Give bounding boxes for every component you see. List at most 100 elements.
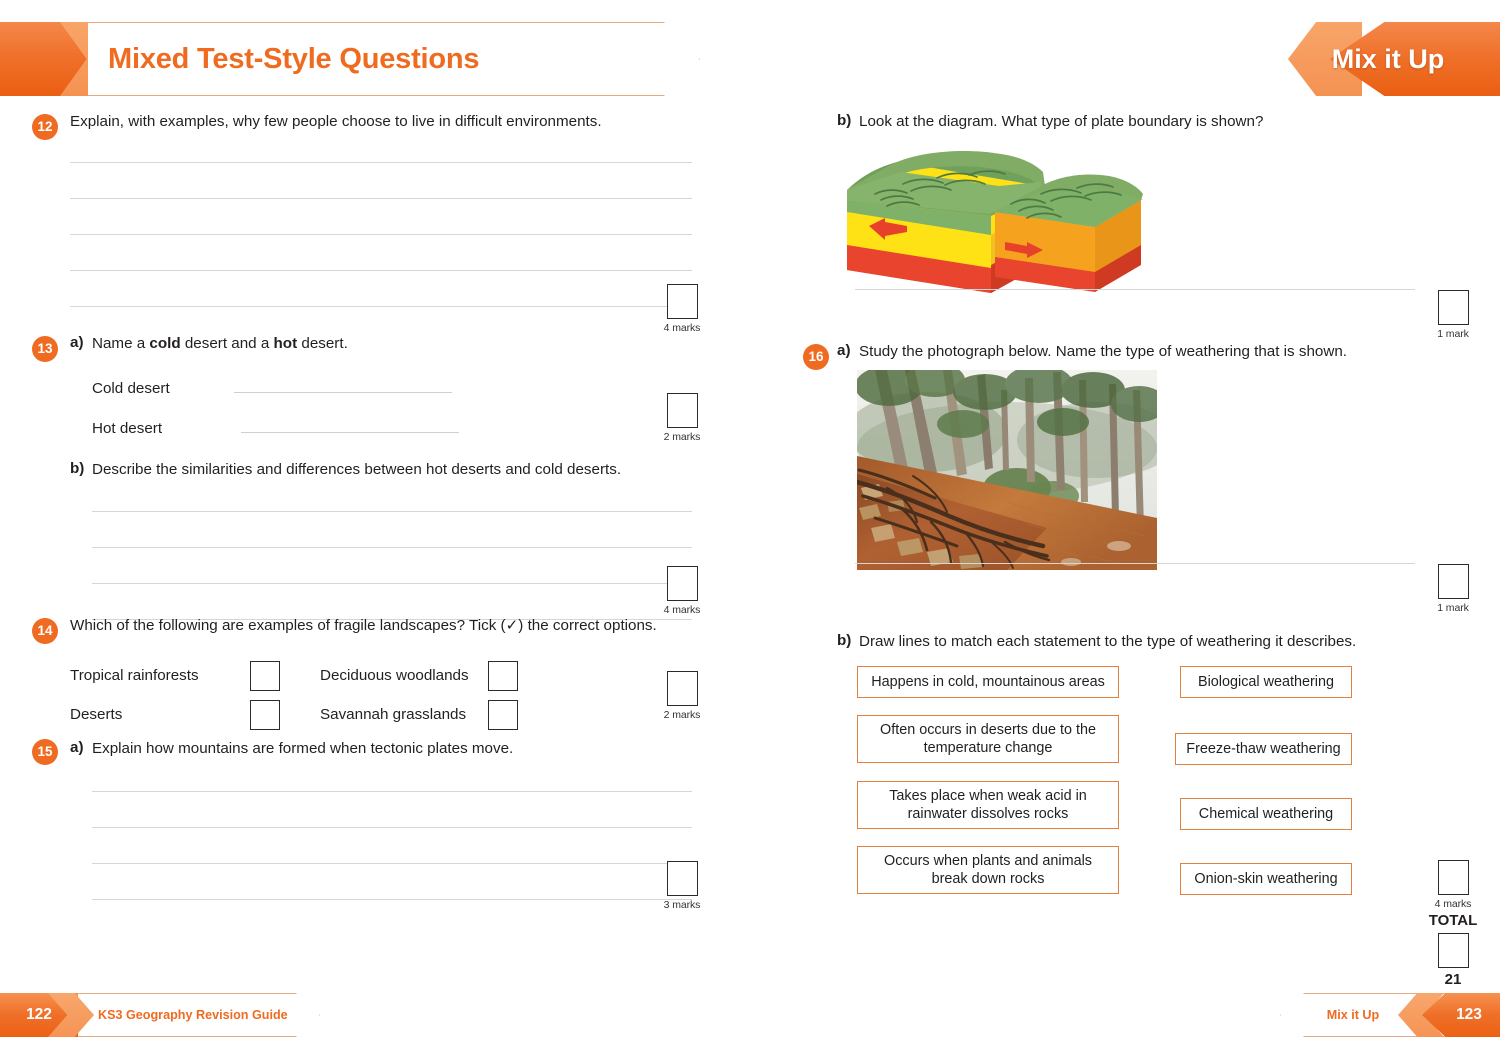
marks-box-q12: 4 marks — [652, 284, 712, 334]
marks-input-square[interactable] — [1437, 564, 1469, 599]
photo-light-patch — [1107, 541, 1131, 551]
marks-input-square[interactable] — [666, 284, 698, 319]
total-value: 21 — [1444, 971, 1462, 988]
section-tab: Mix it Up — [1288, 22, 1500, 96]
question-12: 12 Explain, with examples, why few peopl… — [32, 112, 700, 334]
question-14-text: Which of the following are examples of f… — [70, 617, 657, 634]
question-15: 15 a) Explain how mountains are formed wh… — [32, 739, 700, 919]
option-label-deserts: Deserts — [70, 705, 123, 723]
match-answer-onion-skin-weathering[interactable]: Onion-skin weathering — [1180, 863, 1352, 895]
option-row-2: Deserts Savannah grasslands — [70, 699, 692, 734]
marks-input-square[interactable] — [1437, 290, 1469, 325]
q13a-mid: desert and a — [180, 335, 274, 352]
answer-line[interactable] — [92, 898, 692, 900]
part-label-b: b) — [837, 632, 852, 649]
question-number-badge: 16 — [803, 344, 829, 370]
footer-left-text: KS3 Geography Revision Guide — [98, 1008, 288, 1022]
question-16b: b) Draw lines to match each statement to … — [795, 632, 1477, 988]
hot-desert-field-row: Hot desert — [92, 420, 692, 438]
marks-label: 3 marks — [663, 899, 701, 911]
photo-svg — [857, 370, 1157, 570]
option-checkbox-deciduous-woodlands[interactable] — [488, 660, 518, 691]
marks-input-square[interactable] — [1437, 860, 1469, 895]
page-title: Mixed Test-Style Questions — [108, 42, 480, 75]
cold-desert-input[interactable] — [234, 391, 453, 393]
right-page-column: b) Look at the diagram. What type of plat… — [795, 112, 1477, 988]
footer-right-text: Mix it Up — [1326, 1008, 1380, 1022]
exposed-tree-roots-slope-photo — [857, 370, 1157, 570]
marks-input-square[interactable] — [666, 861, 698, 896]
marks-box-q16a: 1 mark — [1423, 564, 1483, 614]
question-12-text: Explain, with examples, why few people c… — [70, 113, 602, 130]
question-16a-heading: a) Study the photograph below. Name the t… — [837, 342, 1465, 363]
question-16a-answer-lines[interactable] — [855, 562, 1465, 564]
answer-line[interactable] — [855, 288, 1415, 290]
question-15b-heading: b) Look at the diagram. What type of plat… — [837, 112, 1465, 133]
question-15a: a) Explain how mountains are formed when … — [70, 739, 692, 760]
question-16b-heading: b) Draw lines to match each statement to … — [837, 632, 1465, 653]
marks-input-square[interactable] — [666, 393, 698, 428]
match-statement-3[interactable]: Takes place when weak acid in rainwater … — [857, 781, 1119, 829]
q13a-post: desert. — [297, 335, 348, 352]
part-label-a: a) — [70, 334, 84, 351]
question-16a-text: Study the photograph below. Name the typ… — [859, 343, 1347, 360]
cold-desert-label: Cold desert — [92, 379, 170, 397]
question-13b: b) Describe the similarities and differen… — [70, 460, 692, 481]
match-statement-4[interactable]: Occurs when plants and animals break dow… — [857, 846, 1119, 894]
question-13a: a) Name a cold desert and a hot desert. — [70, 334, 692, 355]
answer-line[interactable] — [855, 562, 1415, 564]
question-13b-text: Describe the similarities and difference… — [92, 460, 622, 478]
revision-guide-spread: Mixed Test-Style Questions Mix it Up 12 … — [0, 0, 1500, 1061]
question-number-badge: 15 — [32, 739, 58, 765]
match-statement-1[interactable]: Happens in cold, mountainous areas — [857, 666, 1119, 698]
hot-desert-input[interactable] — [240, 431, 459, 433]
marks-label: 4 marks — [1434, 898, 1472, 910]
marks-box-q14: 2 marks — [652, 671, 712, 721]
q13a-bold-cold: cold — [149, 335, 181, 352]
question-13b-answer-lines[interactable] — [92, 510, 692, 620]
marks-label: 1 mark — [1437, 328, 1469, 340]
plate-boundary-block-diagram — [845, 142, 1145, 297]
cold-desert-field-row: Cold desert — [92, 380, 692, 398]
question-number-badge: 13 — [32, 336, 58, 362]
match-answer-biological-weathering[interactable]: Biological weathering — [1180, 666, 1352, 698]
marks-box-q15b: 1 mark — [1423, 290, 1483, 340]
footer-right: Mix it Up 123 — [1280, 993, 1500, 1037]
page-header-banner: Mixed Test-Style Questions — [0, 22, 700, 96]
marks-box-q13b: 4 marks — [652, 566, 712, 616]
match-answer-freeze-thaw-weathering[interactable]: Freeze-thaw weathering — [1175, 733, 1352, 765]
footer-left: 122 KS3 Geography Revision Guide — [0, 993, 320, 1037]
question-12-answer-lines[interactable] — [70, 161, 692, 307]
answer-line[interactable] — [70, 305, 692, 307]
question-15b-answer-lines[interactable] — [855, 288, 1465, 290]
question-15a-text: Explain how mountains are formed when te… — [92, 740, 514, 757]
marks-label: 1 mark — [1437, 602, 1469, 614]
marks-label: 4 marks — [663, 322, 701, 334]
marks-input-square[interactable] — [666, 671, 698, 706]
question-14: 14 Which of the following are examples o… — [32, 616, 700, 734]
section-tab-label: Mix it Up — [1331, 43, 1445, 74]
question-number-badge: 14 — [32, 618, 58, 644]
question-16: 16 a) Study the photograph below. Name th… — [795, 342, 1469, 632]
plate-boundary-svg — [847, 150, 1143, 293]
left-page-column: 12 Explain, with examples, why few peopl… — [32, 112, 700, 919]
option-checkbox-deserts[interactable] — [250, 699, 280, 730]
question-13: 13 a) Name a cold desert and a hot desert… — [32, 334, 700, 620]
option-checkbox-savannah-grasslands[interactable] — [488, 699, 518, 730]
match-statement-2[interactable]: Often occurs in deserts due to the tempe… — [857, 715, 1119, 763]
marks-label: 4 marks — [663, 604, 701, 616]
option-checkbox-tropical-rainforests[interactable] — [250, 660, 280, 691]
part-label-a: a) — [70, 739, 84, 756]
option-row-1: Tropical rainforests Deciduous woodlands — [70, 660, 692, 695]
question-15b: b) Look at the diagram. What type of plat… — [795, 112, 1469, 342]
question-15a-answer-lines[interactable] — [92, 790, 692, 900]
part-label-a: a) — [837, 342, 851, 359]
marks-label: 2 marks — [663, 709, 701, 721]
question-16b-text: Draw lines to match each statement to th… — [859, 633, 1357, 650]
match-answer-chemical-weathering[interactable]: Chemical weathering — [1180, 798, 1352, 830]
total-label: TOTAL — [1428, 912, 1478, 929]
option-label-savannah-grasslands: Savannah grasslands — [320, 705, 467, 723]
marks-input-square[interactable] — [666, 566, 698, 601]
total-input-square[interactable] — [1437, 933, 1469, 968]
question-15b-text: Look at the diagram. What type of plate … — [859, 113, 1264, 130]
